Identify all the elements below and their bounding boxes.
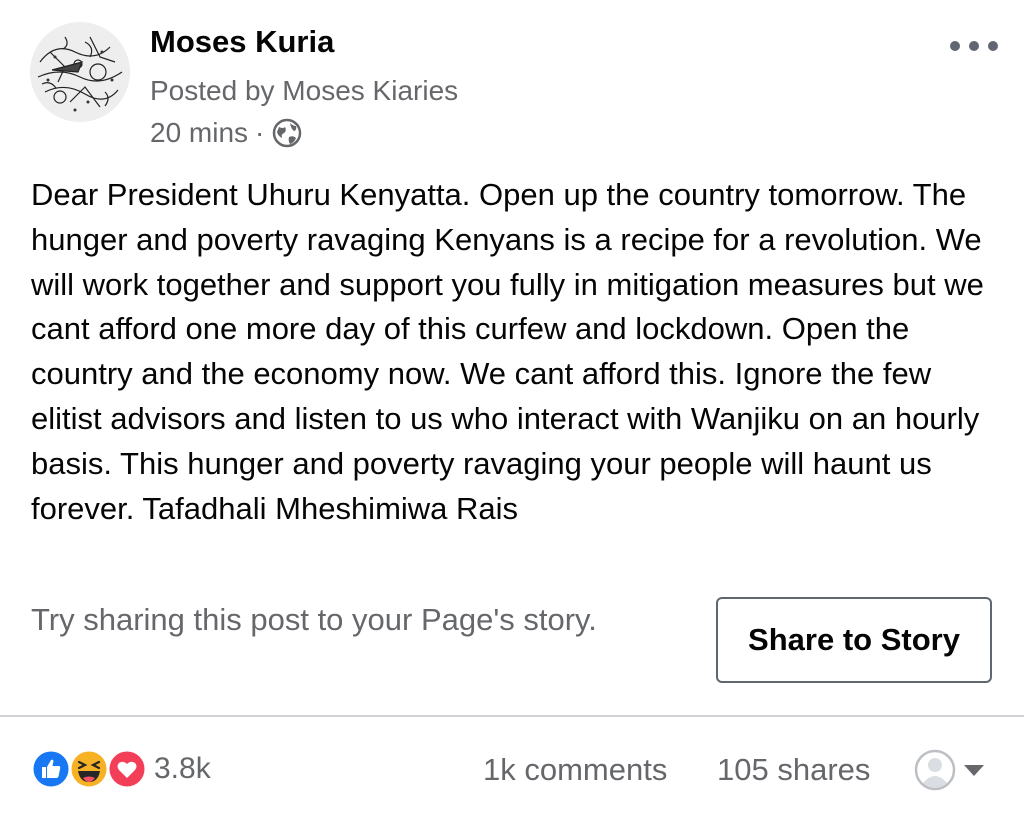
post-meta: 20 mins · [150, 117, 303, 149]
page-avatar-icon [914, 749, 956, 791]
caret-down-icon [964, 765, 984, 776]
share-to-story-button[interactable]: Share to Story [716, 597, 992, 683]
comments-count-link[interactable]: 1k comments [483, 752, 667, 788]
facebook-post: Moses Kuria Posted by Moses Kiaries 20 m… [0, 0, 1024, 815]
shares-count-link[interactable]: 105 shares [717, 752, 870, 788]
post-body-text: Dear President Uhuru Kenyatta. Open up t… [31, 177, 984, 526]
like-icon [30, 748, 72, 790]
more-options-dot [969, 41, 979, 51]
haha-icon [68, 748, 110, 790]
more-options-dot [988, 41, 998, 51]
more-options-icon[interactable] [950, 34, 998, 58]
meta-separator: · [255, 117, 265, 148]
share-prompt-text: Try sharing this post to your Page's sto… [31, 602, 597, 637]
divider [0, 715, 1024, 717]
reaction-count: 3.8k [154, 752, 211, 785]
author-avatar[interactable] [30, 22, 130, 122]
reaction-icons [30, 748, 152, 790]
love-icon [106, 748, 148, 790]
page-selector-button[interactable] [913, 748, 993, 792]
globe-icon [271, 117, 303, 149]
posted-by-label: Posted by Moses Kiaries [150, 75, 459, 106]
post-timestamp[interactable]: 20 mins [150, 117, 248, 149]
more-options-dot [950, 41, 960, 51]
author-name[interactable]: Moses Kuria [150, 24, 334, 60]
reactions-summary[interactable]: 3.8k [30, 748, 211, 790]
